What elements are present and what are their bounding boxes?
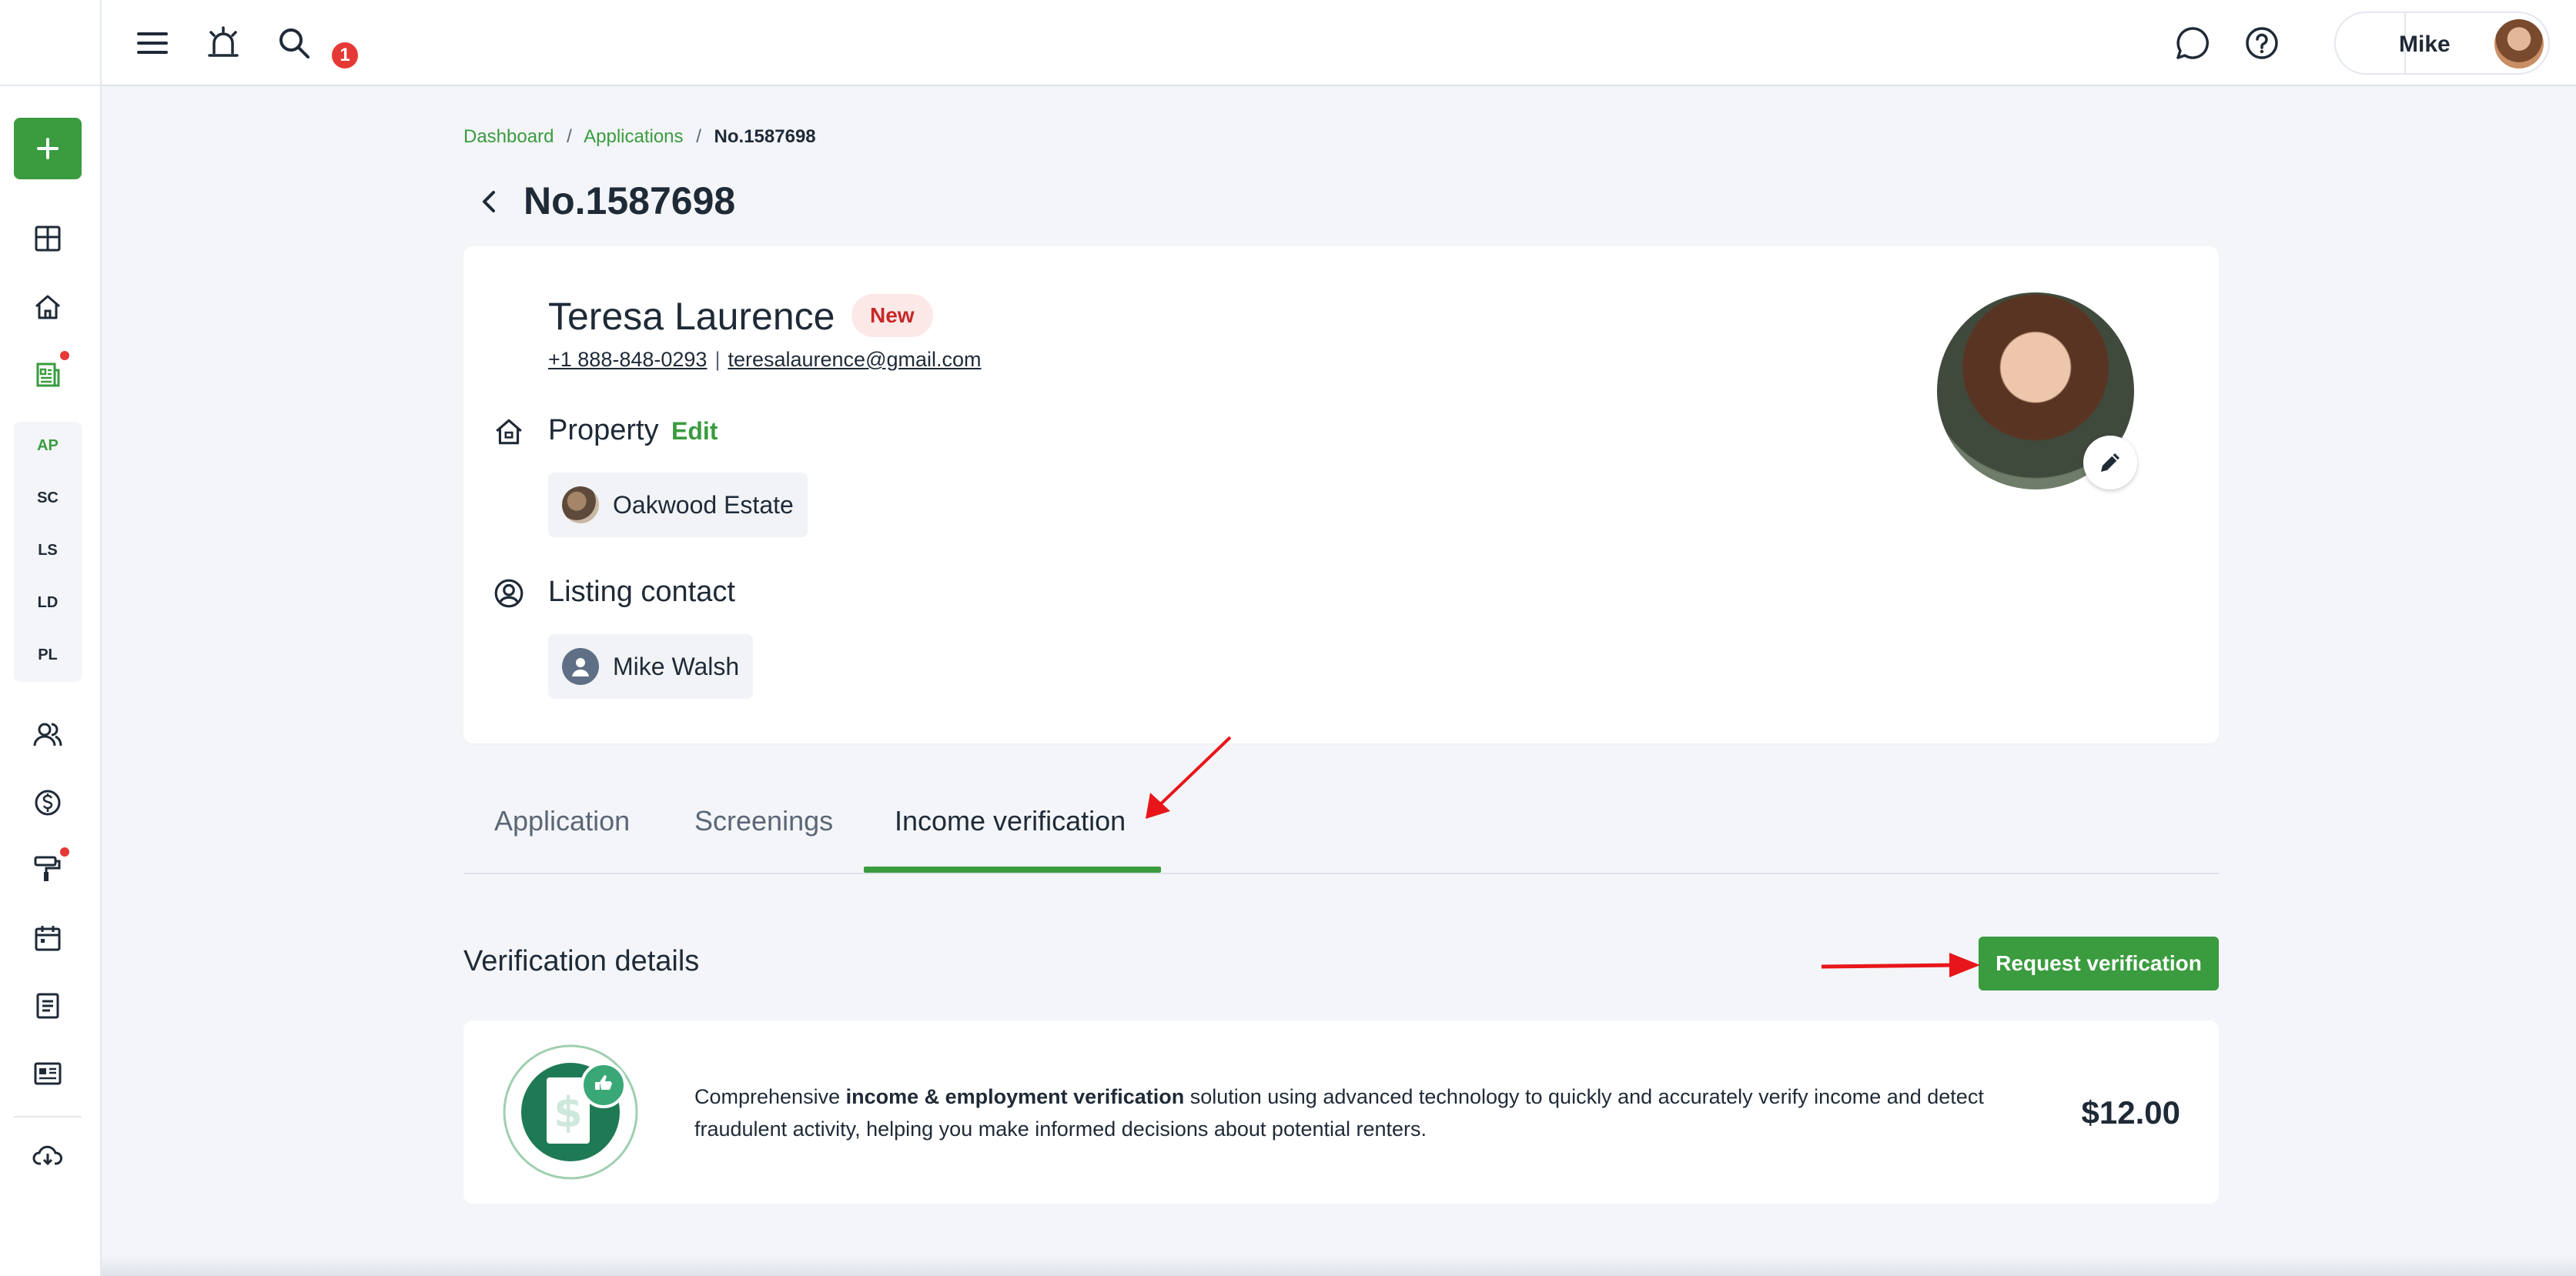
verification-product-card: $ Comprehensive income & employment veri… [463,1020,2219,1204]
contact-avatar [562,648,599,685]
applicant-name: Teresa Laurence [548,295,835,338]
submenu-item-pl[interactable]: PL [14,646,82,664]
top-bar: 1 Mike [102,0,2576,86]
applications-icon [36,362,60,387]
status-badge: New [851,294,933,337]
sidebar-item-listings[interactable] [32,1057,64,1090]
paint-roller-icon [34,856,61,881]
tab-income-verification[interactable]: Income verification [895,805,1126,837]
sidebar-item-contacts[interactable] [32,719,64,751]
menu-button[interactable] [132,23,172,63]
verification-price: $12.00 [2081,1094,2180,1131]
page-bottom-shadow [102,1254,2576,1276]
tab-application[interactable]: Application [494,805,630,837]
request-verification-button[interactable]: Request verification [1979,937,2219,990]
annotation-arrow-button [1821,953,1980,977]
plus-icon [37,138,59,159]
user-avatar [2494,19,2544,68]
sidebar-item-downloads[interactable] [32,1139,64,1171]
applications-submenu: AP SC LS LD PL [14,422,82,682]
contact-separator: | [714,348,721,371]
sidebar-item-calendar[interactable] [32,922,64,954]
email-link[interactable]: teresalaurence@gmail.com [728,348,981,371]
people-icon [33,723,62,747]
sidebar-item-accounting[interactable] [32,787,64,819]
contact-user-icon [494,579,524,608]
description-highlight: income & employment verification [845,1085,1185,1108]
submenu-item-ap[interactable]: AP [14,437,82,455]
document-icon [36,993,59,1019]
maintenance-notification-dot [60,847,69,857]
search-icon [279,28,309,58]
back-arrow-icon[interactable] [474,186,505,217]
sidebar-logo-area [0,0,100,86]
add-button[interactable] [14,118,82,179]
sidebar-item-reports[interactable] [32,990,64,1022]
submenu-item-ls[interactable]: LS [14,542,82,560]
listing-contact-title: Listing contact [548,576,735,608]
pencil-icon [2101,453,2119,472]
submenu-item-sc[interactable]: SC [14,489,82,507]
phone-link[interactable]: +1 888-848-0293 [548,348,707,371]
active-tab-indicator [864,867,1161,873]
chat-icon [2176,27,2209,59]
verification-description: Comprehensive income & employment verifi… [694,1081,2019,1145]
property-title: Property [548,414,659,446]
verification-section-title: Verification details [463,945,700,977]
breadcrumb-dashboard[interactable]: Dashboard [463,126,554,147]
person-icon [572,658,589,676]
property-chip[interactable]: Oakwood Estate [548,473,808,537]
home-icon [35,295,60,319]
edit-photo-button[interactable] [2083,436,2137,489]
sidebar-item-dashboard[interactable] [32,222,64,255]
applicant-card: Teresa Laurence New +1 888-848-0293 | tere… [463,246,2219,743]
sidebar-item-properties[interactable] [32,291,64,323]
breadcrumb-current: No.1587698 [714,126,816,147]
dollar-icon [35,790,61,816]
alerts-button[interactable] [203,23,243,63]
search-button[interactable] [274,23,314,63]
income-verification-icon: $ [503,1044,638,1180]
tab-screenings[interactable]: Screenings [694,805,833,837]
help-button[interactable] [2242,23,2282,63]
description-text: Comprehensive [694,1085,846,1108]
property-home-icon [496,419,522,445]
sidebar: AP SC LS LD PL [0,0,102,1276]
property-thumbnail [562,486,599,523]
svg-text:$: $ [554,1088,583,1137]
applicant-contact: +1 888-848-0293 | teresalaurence@gmail.com [548,348,982,372]
listing-icon [34,1062,62,1085]
sidebar-item-maintenance[interactable] [32,853,64,885]
help-icon [2246,27,2278,59]
breadcrumb-applications[interactable]: Applications [584,126,683,147]
sidebar-item-applications[interactable] [32,359,64,391]
sidebar-divider [14,1116,82,1117]
tab-bar: Application Screenings Income verificati… [463,790,2219,874]
edit-property-link[interactable]: Edit [671,417,718,446]
listing-contact-name: Mike Walsh [613,652,740,680]
submenu-item-ld[interactable]: LD [14,594,82,612]
listing-contact-chip[interactable]: Mike Walsh [548,634,754,699]
user-name: Mike [2399,32,2451,57]
breadcrumb-separator: / [696,126,701,147]
breadcrumb: Dashboard / Applications / No.1587698 [463,126,824,148]
applications-notification-dot [60,351,69,360]
notification-badge: 1 [330,40,360,71]
page-title: No.1587698 [524,179,736,222]
user-menu[interactable]: Mike [2334,12,2550,75]
calendar-icon [35,926,61,951]
property-name: Oakwood Estate [613,490,794,519]
siren-icon [208,26,239,57]
cloud-download-icon [32,1145,62,1166]
dashboard-icon [35,225,61,252]
hamburger-icon [137,32,168,54]
chat-button[interactable] [2173,23,2213,63]
breadcrumb-separator: / [567,126,572,147]
